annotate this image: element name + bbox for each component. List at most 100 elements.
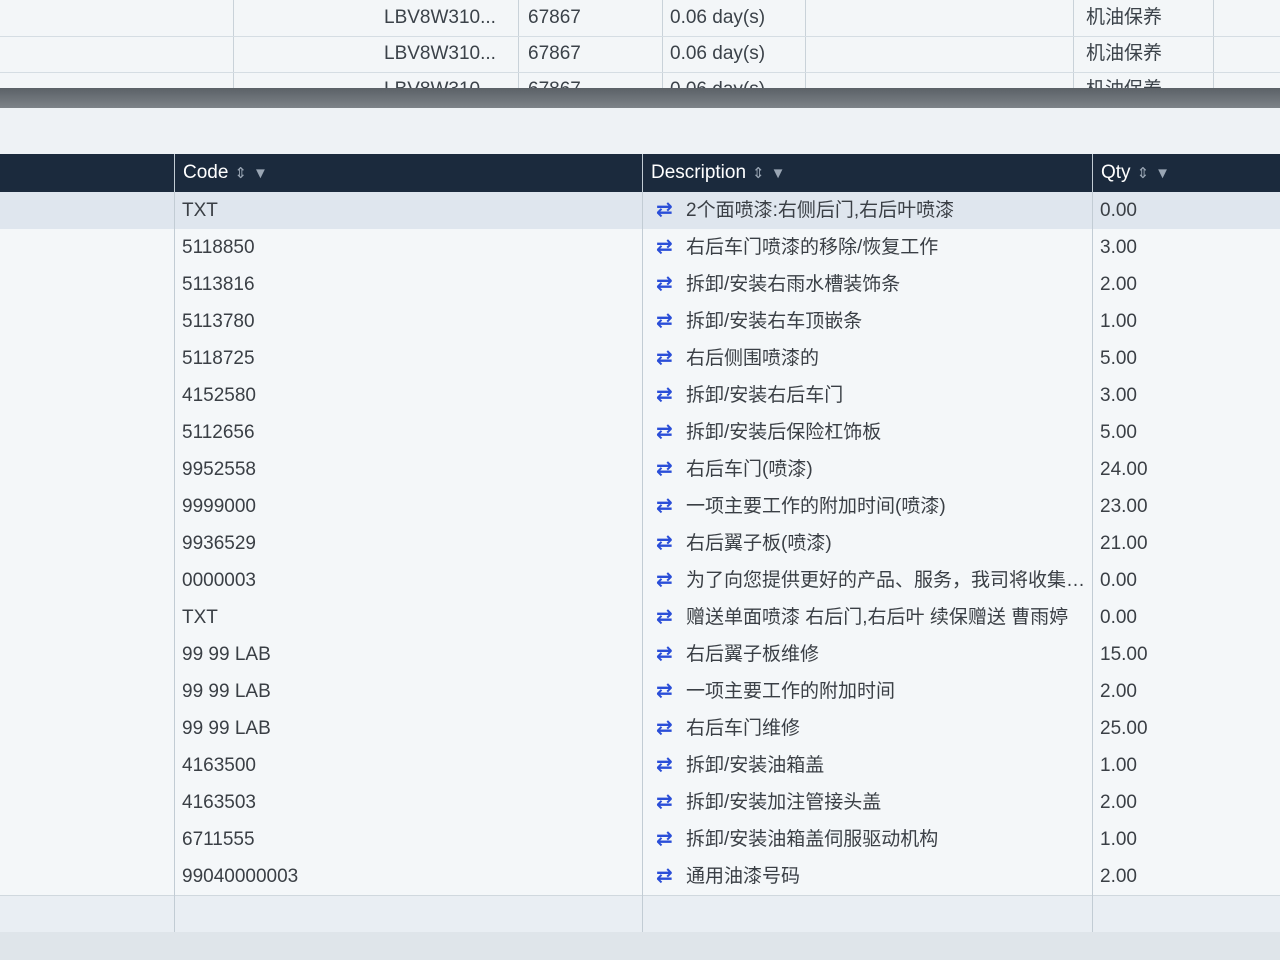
description-text: 拆卸/安装右后车门 xyxy=(686,385,844,406)
mileage-cell: 67867 xyxy=(528,7,581,28)
code-cell: TXT xyxy=(182,607,218,628)
table-row[interactable]: 99 99 LAB ⇄ 一项主要工作的附加时间 2.00 xyxy=(0,673,1280,711)
table-row[interactable]: 5118725 ⇄ 右后侧围喷漆的 5.00 xyxy=(0,340,1280,378)
column-divider xyxy=(642,154,643,934)
description-text: 拆卸/安装后保险杠饰板 xyxy=(686,422,882,443)
swap-arrows-icon[interactable]: ⇄ xyxy=(656,562,686,599)
swap-arrows-icon[interactable]: ⇄ xyxy=(656,377,686,414)
description-cell: ⇄ 右后翼子板维修 xyxy=(656,636,1086,673)
table-row[interactable]: 6711555 ⇄ 拆卸/安装油箱盖伺服驱动机构 1.00 xyxy=(0,821,1280,859)
description-text: 赠送单面喷漆 右后门,右后叶 续保赠送 曹雨婷 xyxy=(686,607,1069,628)
filter-icon[interactable]: ▼ xyxy=(253,165,268,182)
vin-cell: LBV8W310... xyxy=(384,7,496,28)
qty-cell: 23.00 xyxy=(1100,496,1148,517)
description-text: 右后翼子板(喷漆) xyxy=(686,533,832,554)
service-cell: 机油保养 xyxy=(1086,43,1163,64)
swap-arrows-icon[interactable]: ⇄ xyxy=(656,451,686,488)
swap-arrows-icon[interactable]: ⇄ xyxy=(656,192,686,229)
swap-arrows-icon[interactable]: ⇄ xyxy=(656,636,686,673)
description-text: 右后车门维修 xyxy=(686,718,801,739)
swap-arrows-icon[interactable]: ⇄ xyxy=(656,784,686,821)
column-header-qty[interactable]: Qty ⇕ ▼ xyxy=(1092,154,1280,192)
table-row[interactable]: TXT ⇄ 赠送单面喷漆 右后门,右后叶 续保赠送 曹雨婷 0.00 xyxy=(0,599,1280,637)
description-cell: ⇄ 拆卸/安装右车顶嵌条 xyxy=(656,303,1086,340)
table-row[interactable]: 5113780 ⇄ 拆卸/安装右车顶嵌条 1.00 xyxy=(0,303,1280,341)
code-cell: 5112656 xyxy=(182,422,255,443)
table-row[interactable]: 99 99 LAB ⇄ 右后翼子板维修 15.00 xyxy=(0,636,1280,674)
description-text: 右后翼子板维修 xyxy=(686,644,820,665)
qty-cell: 1.00 xyxy=(1100,829,1137,850)
grid-header: Code ⇕ ▼ Description ⇕ ▼ Qty ⇕ ▼ xyxy=(0,154,1280,192)
table-row[interactable]: 9952558 ⇄ 右后车门(喷漆) 24.00 xyxy=(0,451,1280,489)
swap-arrows-icon[interactable]: ⇄ xyxy=(656,710,686,747)
description-cell: ⇄ 赠送单面喷漆 右后门,右后叶 续保赠送 曹雨婷 xyxy=(656,599,1086,636)
code-cell: 4152580 xyxy=(182,385,256,406)
table-row[interactable]: 0000003 ⇄ 为了向您提供更好的产品、服务，我司将收集… 0.00 xyxy=(0,562,1280,600)
swap-arrows-icon[interactable]: ⇄ xyxy=(656,266,686,303)
table-row[interactable]: 4163500 ⇄ 拆卸/安装油箱盖 1.00 xyxy=(0,747,1280,785)
swap-arrows-icon[interactable]: ⇄ xyxy=(656,525,686,562)
table-row[interactable]: 9999000 ⇄ 一项主要工作的附加时间(喷漆) 23.00 xyxy=(0,488,1280,526)
qty-cell: 0.00 xyxy=(1100,570,1137,591)
swap-arrows-icon[interactable]: ⇄ xyxy=(656,858,686,895)
mileage-cell: 67867 xyxy=(528,43,581,64)
filter-icon[interactable]: ▼ xyxy=(771,165,786,182)
code-cell: 99 99 LAB xyxy=(182,681,271,702)
qty-cell: 2.00 xyxy=(1100,681,1137,702)
description-cell: ⇄ 右后车门喷漆的移除/恢复工作 xyxy=(656,229,1086,266)
description-text: 拆卸/安装油箱盖伺服驱动机构 xyxy=(686,829,939,850)
swap-arrows-icon[interactable]: ⇄ xyxy=(656,414,686,451)
table-row[interactable]: 99040000003 ⇄ 通用油漆号码 2.00 xyxy=(0,858,1280,896)
table-row[interactable]: 9936529 ⇄ 右后翼子板(喷漆) 21.00 xyxy=(0,525,1280,563)
swap-arrows-icon[interactable]: ⇄ xyxy=(656,673,686,710)
description-cell: ⇄ 拆卸/安装加注管接头盖 xyxy=(656,784,1086,821)
table-row[interactable]: 5113816 ⇄ 拆卸/安装右雨水槽装饰条 2.00 xyxy=(0,266,1280,304)
sort-icon[interactable]: ⇕ xyxy=(1137,165,1150,182)
vehicle-grid: LBV8W310... 67867 0.06 day(s) 机油保养 LBV8W… xyxy=(0,0,1280,94)
filter-icon[interactable]: ▼ xyxy=(1155,165,1170,182)
description-text: 一项主要工作的附加时间(喷漆) xyxy=(686,496,946,517)
column-header-description[interactable]: Description ⇕ ▼ xyxy=(642,154,1092,192)
qty-cell: 3.00 xyxy=(1100,237,1137,258)
code-cell: 5118725 xyxy=(182,348,255,369)
grid-footer xyxy=(0,932,1280,960)
swap-arrows-icon[interactable]: ⇄ xyxy=(656,747,686,784)
description-cell: ⇄ 2个面喷漆:右侧后门,右后叶喷漆 xyxy=(656,192,1086,229)
sort-icon[interactable]: ⇕ xyxy=(752,165,765,182)
description-cell: ⇄ 右后翼子板(喷漆) xyxy=(656,525,1086,562)
code-cell: 6711555 xyxy=(182,829,255,850)
code-cell: 5118850 xyxy=(182,237,255,258)
table-row[interactable]: TXT ⇄ 2个面喷漆:右侧后门,右后叶喷漆 0.00 xyxy=(0,192,1280,230)
table-row[interactable]: 4152580 ⇄ 拆卸/安装右后车门 3.00 xyxy=(0,377,1280,415)
vehicle-row[interactable]: LBV8W310... 67867 0.06 day(s) 机油保养 xyxy=(0,36,1280,73)
swap-arrows-icon[interactable]: ⇄ xyxy=(656,340,686,377)
table-row[interactable]: 99 99 LAB ⇄ 右后车门维修 25.00 xyxy=(0,710,1280,748)
sort-icon[interactable]: ⇕ xyxy=(234,165,247,182)
description-text: 为了向您提供更好的产品、服务，我司将收集… xyxy=(686,570,1086,591)
column-label: Qty xyxy=(1101,162,1131,183)
table-row[interactable]: 4163503 ⇄ 拆卸/安装加注管接头盖 2.00 xyxy=(0,784,1280,822)
work-order-screen: LBV8W310... 67867 0.06 day(s) 机油保养 LBV8W… xyxy=(0,0,1280,960)
qty-cell: 21.00 xyxy=(1100,533,1148,554)
swap-arrows-icon[interactable]: ⇄ xyxy=(656,821,686,858)
table-row[interactable]: 5118850 ⇄ 右后车门喷漆的移除/恢复工作 3.00 xyxy=(0,229,1280,267)
service-cell: 机油保养 xyxy=(1086,7,1163,28)
qty-cell: 0.00 xyxy=(1100,200,1137,221)
swap-arrows-icon[interactable]: ⇄ xyxy=(656,229,686,266)
swap-arrows-icon[interactable]: ⇄ xyxy=(656,303,686,340)
swap-arrows-icon[interactable]: ⇄ xyxy=(656,599,686,636)
table-row[interactable]: 5112656 ⇄ 拆卸/安装后保险杠饰板 5.00 xyxy=(0,414,1280,452)
code-cell: 0000003 xyxy=(182,570,256,591)
description-text: 拆卸/安装加注管接头盖 xyxy=(686,792,882,813)
description-text: 右后侧围喷漆的 xyxy=(686,348,820,369)
swap-arrows-icon[interactable]: ⇄ xyxy=(656,488,686,525)
column-label: Code xyxy=(183,162,229,183)
labor-grid: TXT ⇄ 2个面喷漆:右侧后门,右后叶喷漆 0.00 5118850 ⇄ 右后车门… xyxy=(0,192,1280,932)
qty-cell: 5.00 xyxy=(1100,348,1137,369)
description-text: 拆卸/安装右车顶嵌条 xyxy=(686,311,863,332)
vehicle-row[interactable]: LBV8W310... 67867 0.06 day(s) 机油保养 xyxy=(0,0,1280,37)
description-cell: ⇄ 右后车门(喷漆) xyxy=(656,451,1086,488)
column-header-code[interactable]: Code ⇕ ▼ xyxy=(174,154,642,192)
description-cell: ⇄ 一项主要工作的附加时间 xyxy=(656,673,1086,710)
panel-splitter[interactable] xyxy=(0,88,1280,108)
